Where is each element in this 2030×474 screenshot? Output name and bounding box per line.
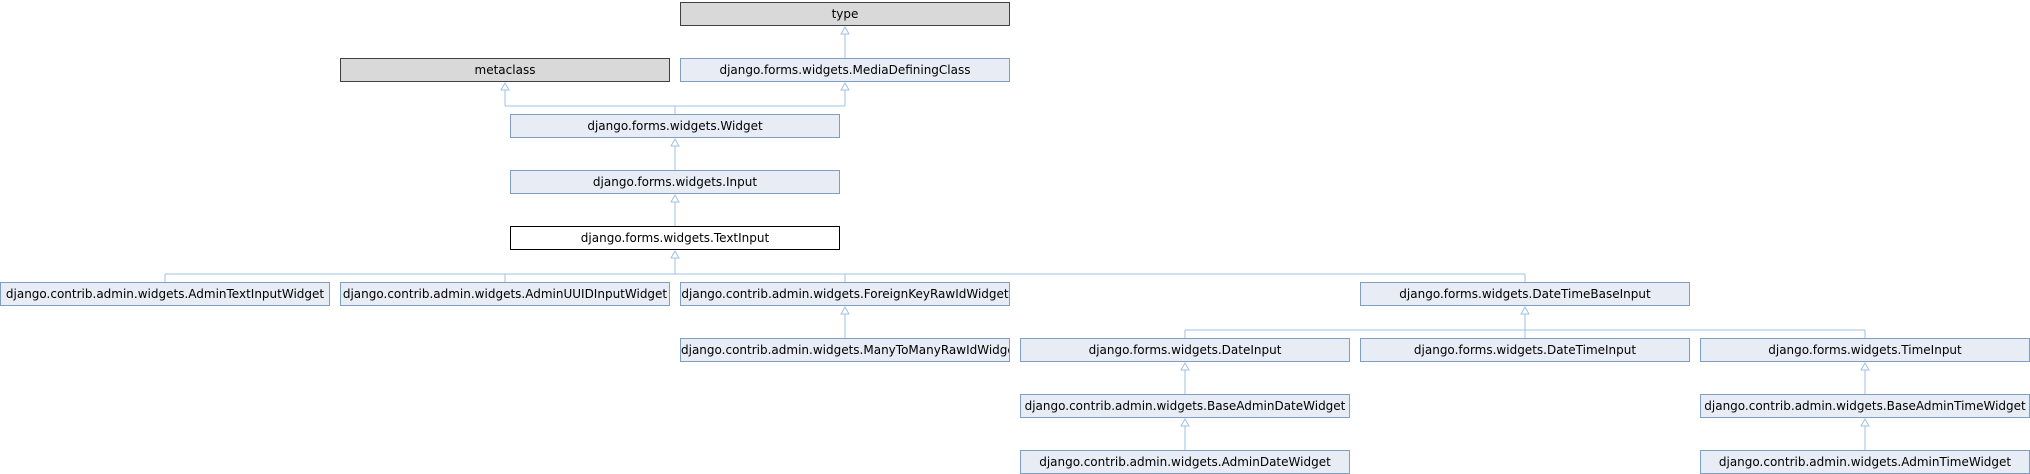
node-admin-text-input-widget[interactable]: django.contrib.admin.widgets.AdminTextIn… (0, 282, 330, 306)
node-media-defining-class[interactable]: django.forms.widgets.MediaDefiningClass (680, 58, 1010, 82)
edge-arrowhead (1860, 361, 1870, 371)
inheritance-diagram: type metaclass django.forms.widgets.Medi… (0, 0, 2030, 474)
node-type[interactable]: type (680, 2, 1010, 26)
node-date-time-base-input[interactable]: django.forms.widgets.DateTimeBaseInput (1360, 282, 1690, 306)
node-text-input[interactable]: django.forms.widgets.TextInput (510, 226, 840, 250)
node-widget[interactable]: django.forms.widgets.Widget (510, 114, 840, 138)
node-admin-time-widget[interactable]: django.contrib.admin.widgets.AdminTimeWi… (1700, 450, 2030, 474)
node-date-input[interactable]: django.forms.widgets.DateInput (1020, 338, 1350, 362)
node-metaclass[interactable]: metaclass (340, 58, 670, 82)
node-admin-date-widget[interactable]: django.contrib.admin.widgets.AdminDateWi… (1020, 450, 1350, 474)
edge-arrowhead (670, 137, 680, 147)
node-time-input[interactable]: django.forms.widgets.TimeInput (1700, 338, 2030, 362)
node-input[interactable]: django.forms.widgets.Input (510, 170, 840, 194)
edge-arrowhead (1860, 417, 1870, 427)
edge-arrowhead (840, 81, 850, 91)
node-foreign-key-raw-id-widget[interactable]: django.contrib.admin.widgets.ForeignKeyR… (680, 282, 1010, 306)
node-base-admin-date-widget[interactable]: django.contrib.admin.widgets.BaseAdminDa… (1020, 394, 1350, 418)
node-many-to-many-raw-id-widget[interactable]: django.contrib.admin.widgets.ManyToManyR… (680, 338, 1010, 362)
edge-arrowhead (1180, 361, 1190, 371)
edge-arrowhead (840, 25, 850, 35)
node-date-time-input[interactable]: django.forms.widgets.DateTimeInput (1360, 338, 1690, 362)
edge-arrowhead (500, 81, 510, 91)
node-base-admin-time-widget[interactable]: django.contrib.admin.widgets.BaseAdminTi… (1700, 394, 2030, 418)
node-admin-uuid-input-widget[interactable]: django.contrib.admin.widgets.AdminUUIDIn… (340, 282, 670, 306)
edge-arrowhead (670, 249, 680, 259)
edge-arrowhead (670, 193, 680, 203)
edge-arrowhead (1520, 305, 1530, 315)
edge-arrowhead (1180, 417, 1190, 427)
edge-arrowhead (840, 305, 850, 315)
